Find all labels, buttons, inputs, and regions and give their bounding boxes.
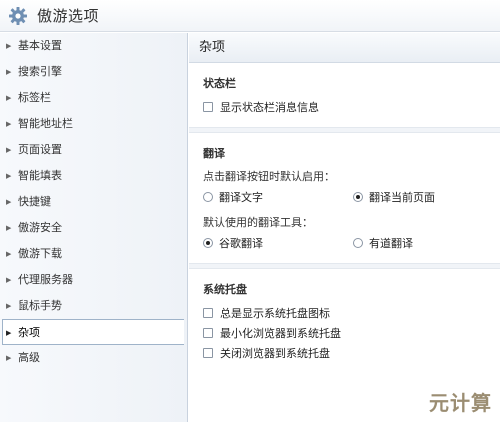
- triangle-right-icon: ▶: [6, 94, 12, 102]
- sidebar-item-label: 傲游下载: [18, 247, 62, 260]
- tray-section: 系统托盘 总是显示系统托盘图标 最小化浏览器到系统托盘 关闭浏览器到系统托盘: [189, 281, 500, 363]
- triangle-right-icon: ▶: [6, 198, 12, 206]
- sidebar-item-misc[interactable]: ▶ 杂项: [2, 319, 184, 345]
- triangle-right-icon: ▶: [6, 224, 12, 232]
- close-to-tray-checkbox[interactable]: [203, 348, 213, 358]
- gear-icon: [7, 5, 29, 27]
- title-bar: 傲游选项: [0, 0, 500, 32]
- sidebar-item-label: 高级: [18, 351, 40, 364]
- translate-page-option[interactable]: 翻译当前页面: [353, 189, 435, 205]
- sidebar: ▶ 基本设置 ▶ 搜索引擎 ▶ 标签栏 ▶ 智能地址栏 ▶ 页面设置 ▶ 智能填…: [0, 33, 188, 422]
- sidebar-item-label: 搜索引擎: [18, 65, 62, 78]
- always-show-tray-icon-checkbox[interactable]: [203, 308, 213, 318]
- option-label: 翻译文字: [219, 191, 263, 204]
- translate-text-radio[interactable]: [203, 192, 213, 202]
- section-divider: [189, 127, 500, 133]
- translate-button-prompt: 点击翻译按钮时默认启用：: [203, 170, 335, 183]
- translate-tool-options: 谷歌翻译 有道翻译: [203, 233, 500, 253]
- sidebar-item-shortcuts[interactable]: ▶ 快捷键: [0, 189, 187, 215]
- panel-title: 杂项: [189, 33, 500, 63]
- sidebar-item-mouse-gestures[interactable]: ▶ 鼠标手势: [0, 293, 187, 319]
- section-title: 状态栏: [203, 77, 236, 90]
- minimize-to-tray-option[interactable]: 最小化浏览器到系统托盘: [203, 323, 500, 343]
- triangle-right-icon: ▶: [6, 302, 12, 310]
- option-label: 有道翻译: [369, 237, 413, 250]
- google-translate-radio[interactable]: [203, 238, 213, 248]
- triangle-right-icon: ▶: [6, 172, 12, 180]
- sidebar-item-label: 标签栏: [18, 91, 51, 104]
- option-label: 显示状态栏消息信息: [220, 101, 319, 114]
- option-label: 谷歌翻译: [219, 237, 263, 250]
- sidebar-item-basic[interactable]: ▶ 基本设置: [0, 33, 187, 59]
- sidebar-item-smart-address-bar[interactable]: ▶ 智能地址栏: [0, 111, 187, 137]
- sidebar-item-advanced[interactable]: ▶ 高级: [0, 345, 187, 371]
- close-to-tray-option[interactable]: 关闭浏览器到系统托盘: [203, 343, 500, 363]
- option-label: 关闭浏览器到系统托盘: [220, 347, 330, 360]
- section-title: 翻译: [203, 147, 225, 160]
- show-statusbar-message-option[interactable]: 显示状态栏消息信息: [203, 97, 500, 117]
- triangle-right-icon: ▶: [6, 146, 12, 154]
- window-title: 傲游选项: [37, 7, 100, 25]
- triangle-right-icon: ▶: [6, 250, 12, 258]
- sidebar-item-search-engine[interactable]: ▶ 搜索引擎: [0, 59, 187, 85]
- triangle-right-icon: ▶: [6, 120, 12, 128]
- youdao-translate-radio[interactable]: [353, 238, 363, 248]
- translate-button-options: 翻译文字 翻译当前页面: [203, 187, 500, 207]
- section-divider: [189, 263, 500, 269]
- translate-page-radio[interactable]: [353, 192, 363, 202]
- sidebar-item-security[interactable]: ▶ 傲游安全: [0, 215, 187, 241]
- section-title: 系统托盘: [203, 283, 247, 296]
- settings-panel: 杂项 状态栏 显示状态栏消息信息 翻译 点击翻译按钮时默认启用： 翻译文字 翻译…: [189, 33, 500, 422]
- option-label: 翻译当前页面: [369, 191, 435, 204]
- sidebar-item-label: 页面设置: [18, 143, 62, 156]
- sidebar-item-label: 代理服务器: [18, 273, 73, 286]
- translate-text-option[interactable]: 翻译文字: [203, 189, 353, 205]
- option-label: 最小化浏览器到系统托盘: [220, 327, 341, 340]
- translate-section: 翻译 点击翻译按钮时默认启用： 翻译文字 翻译当前页面 默认使用的翻译工具： 谷…: [189, 145, 500, 253]
- watermark: 元计算: [429, 391, 492, 415]
- always-show-tray-icon-option[interactable]: 总是显示系统托盘图标: [203, 303, 500, 323]
- sidebar-item-proxy[interactable]: ▶ 代理服务器: [0, 267, 187, 293]
- triangle-right-icon: ▶: [6, 329, 12, 337]
- sidebar-item-tab-bar[interactable]: ▶ 标签栏: [0, 85, 187, 111]
- triangle-right-icon: ▶: [6, 68, 12, 76]
- sidebar-item-label: 快捷键: [18, 195, 51, 208]
- translate-tool-prompt: 默认使用的翻译工具：: [203, 216, 313, 229]
- google-translate-option[interactable]: 谷歌翻译: [203, 235, 353, 251]
- option-label: 总是显示系统托盘图标: [220, 307, 330, 320]
- triangle-right-icon: ▶: [6, 42, 12, 50]
- triangle-right-icon: ▶: [6, 354, 12, 362]
- sidebar-item-label: 智能地址栏: [18, 117, 73, 130]
- sidebar-item-label: 鼠标手势: [18, 299, 62, 312]
- statusbar-section: 状态栏 显示状态栏消息信息: [189, 75, 500, 117]
- sidebar-item-label: 智能填表: [18, 169, 62, 182]
- sidebar-item-label: 杂项: [18, 326, 40, 339]
- sidebar-item-label: 基本设置: [18, 39, 62, 52]
- minimize-to-tray-checkbox[interactable]: [203, 328, 213, 338]
- youdao-translate-option[interactable]: 有道翻译: [353, 235, 413, 251]
- sidebar-item-download[interactable]: ▶ 傲游下载: [0, 241, 187, 267]
- sidebar-item-autofill[interactable]: ▶ 智能填表: [0, 163, 187, 189]
- sidebar-item-label: 傲游安全: [18, 221, 62, 234]
- triangle-right-icon: ▶: [6, 276, 12, 284]
- show-statusbar-message-checkbox[interactable]: [203, 102, 213, 112]
- sidebar-item-page-settings[interactable]: ▶ 页面设置: [0, 137, 187, 163]
